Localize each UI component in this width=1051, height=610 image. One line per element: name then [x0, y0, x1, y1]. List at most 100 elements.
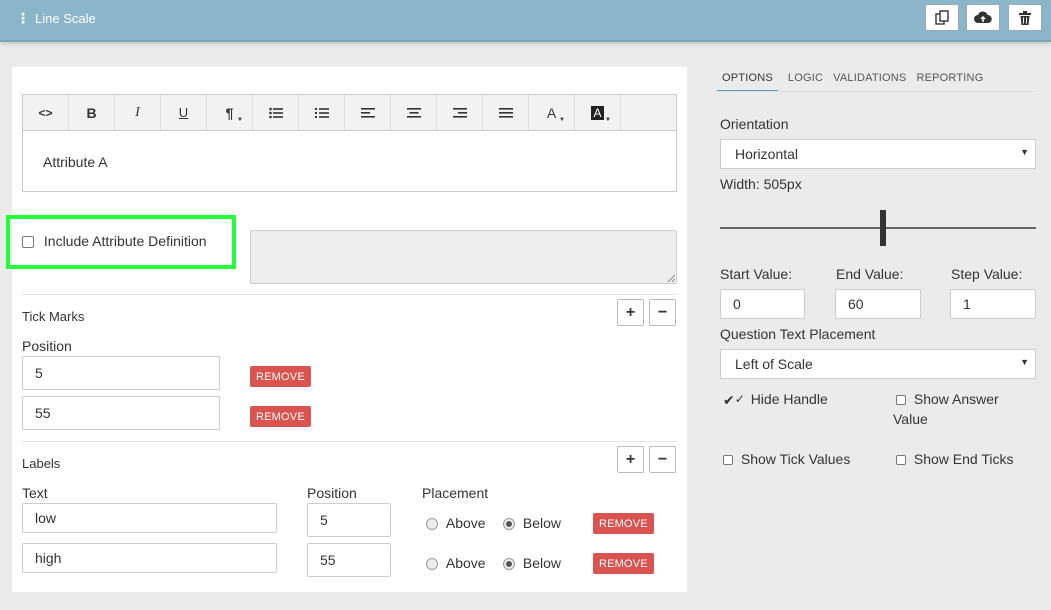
- upload-button[interactable]: [966, 4, 1000, 31]
- start-value-input[interactable]: 0: [720, 289, 805, 319]
- question-text-placement-value: Left of Scale: [735, 356, 813, 372]
- paragraph-icon: ¶: [225, 104, 234, 121]
- end-value-input[interactable]: 60: [835, 289, 921, 319]
- code-view-button[interactable]: <>: [23, 95, 69, 130]
- unordered-list-button[interactable]: [253, 95, 299, 130]
- include-definition-checkbox[interactable]: [22, 236, 34, 249]
- tick-position-label: Position: [22, 338, 72, 354]
- unordered-list-icon: [268, 107, 283, 118]
- remove-label-row-button[interactable]: REMOVE: [593, 513, 654, 534]
- show-end-ticks-option[interactable]: Show End Ticks: [896, 451, 1014, 467]
- question-text-placement-select[interactable]: Left of Scale ▼: [720, 349, 1036, 379]
- tab-validations[interactable]: VALIDATIONS: [833, 70, 906, 92]
- remove-label-row-button[interactable]: REMOVE: [593, 553, 654, 574]
- label-position-input[interactable]: 5: [307, 503, 391, 537]
- chevron-down-icon: ▼: [1020, 357, 1029, 367]
- end-value-label: End Value:: [836, 266, 904, 282]
- tick-position-input[interactable]: 5: [22, 356, 220, 390]
- add-tick-button[interactable]: +: [617, 299, 644, 326]
- hide-handle-checkbox[interactable]: ✔: [723, 392, 745, 409]
- show-tick-values-option[interactable]: Show Tick Values: [723, 451, 850, 467]
- orientation-select[interactable]: Horizontal ▼: [720, 139, 1036, 169]
- underline-icon: U: [178, 105, 189, 120]
- show-end-ticks-label: Show End Ticks: [913, 451, 1014, 467]
- tick-position-input[interactable]: 55: [22, 396, 220, 430]
- bold-button[interactable]: B: [69, 95, 115, 130]
- underline-button[interactable]: U: [161, 95, 207, 130]
- tab-reporting[interactable]: REPORTING: [916, 70, 983, 92]
- step-value-label: Step Value:: [951, 266, 1023, 282]
- remove-tick-button[interactable]: −: [649, 299, 676, 326]
- align-center-icon: [406, 107, 421, 118]
- above-radio[interactable]: [426, 518, 438, 531]
- above-radio[interactable]: [426, 558, 438, 571]
- tab-options[interactable]: OPTIONS: [717, 70, 778, 92]
- duplicate-icon: [935, 9, 949, 25]
- tick-marks-title: Tick Marks: [22, 309, 85, 324]
- show-tick-values-label: Show Tick Values: [740, 451, 851, 467]
- ordered-list-icon: [314, 107, 329, 118]
- hide-handle-label: Hide Handle: [750, 391, 828, 407]
- justify-button[interactable]: [483, 95, 529, 130]
- chevron-down-icon: ▼: [1020, 147, 1029, 157]
- code-view-icon: <>: [38, 105, 53, 120]
- include-definition-checkbox-row[interactable]: Include Attribute Definition: [22, 233, 207, 249]
- trash-icon: [1019, 10, 1031, 25]
- step-value-input[interactable]: 1: [950, 289, 1036, 319]
- add-label-button[interactable]: +: [617, 446, 644, 473]
- background-color-button[interactable]: A ▼: [575, 95, 621, 130]
- above-label: Above: [445, 555, 486, 571]
- show-tick-values-checkbox[interactable]: [723, 455, 733, 466]
- font-color-button[interactable]: A ▼: [529, 95, 575, 130]
- width-slider-track[interactable]: [720, 227, 1036, 229]
- tabs-divider: [717, 91, 1036, 92]
- show-end-ticks-checkbox[interactable]: [896, 455, 906, 466]
- width-slider-handle[interactable]: [880, 210, 886, 246]
- remove-tick-button[interactable]: REMOVE: [250, 406, 311, 427]
- show-answer-value-checkbox[interactable]: [896, 395, 906, 406]
- remove-tick-button[interactable]: REMOVE: [250, 366, 311, 387]
- placement-above-option[interactable]: Above: [426, 515, 486, 531]
- duplicate-button[interactable]: [925, 4, 959, 31]
- background-color-icon: A: [591, 105, 604, 120]
- ordered-list-button[interactable]: [299, 95, 345, 130]
- delete-button[interactable]: [1008, 4, 1042, 31]
- paragraph-button[interactable]: ¶ ▼: [207, 95, 253, 130]
- below-radio[interactable]: [503, 558, 515, 571]
- placement-above-option[interactable]: Above: [426, 555, 486, 571]
- hide-handle-option[interactable]: ✔ Hide Handle: [723, 391, 828, 409]
- align-left-button[interactable]: [345, 95, 391, 130]
- italic-icon: I: [135, 104, 140, 120]
- align-right-button[interactable]: [437, 95, 483, 130]
- drag-handle-icon[interactable]: ⋮: [16, 10, 30, 27]
- divider: [22, 441, 677, 442]
- label-position-header: Position: [307, 485, 357, 501]
- placement-below-option[interactable]: Below: [503, 515, 561, 531]
- attribute-definition-textarea[interactable]: [250, 230, 677, 284]
- label-text-input[interactable]: high: [22, 543, 277, 573]
- show-answer-value-label-continued: Value: [893, 411, 928, 427]
- resize-handle-icon: [667, 274, 675, 282]
- bold-icon: B: [86, 104, 97, 121]
- justify-icon: [498, 107, 513, 118]
- orientation-value: Horizontal: [735, 146, 799, 162]
- orientation-label: Orientation: [720, 116, 789, 132]
- label-text-input[interactable]: low: [22, 503, 277, 533]
- label-position-input[interactable]: 55: [307, 543, 391, 577]
- rich-text-editor: <> B I U ¶ ▼ A ▼ A ▼ Attribute A: [22, 94, 677, 192]
- tab-logic[interactable]: LOGIC: [788, 70, 823, 92]
- above-label: Above: [445, 515, 486, 531]
- editor-content[interactable]: Attribute A: [43, 154, 108, 170]
- cloud-upload-icon: [974, 11, 992, 23]
- italic-button[interactable]: I: [115, 95, 161, 130]
- below-label: Below: [522, 555, 562, 571]
- top-bar: ⋮ Line Scale: [0, 0, 1051, 42]
- align-center-button[interactable]: [391, 95, 437, 130]
- remove-label-button[interactable]: −: [649, 446, 676, 473]
- start-value-label: Start Value:: [720, 266, 793, 282]
- placement-below-option[interactable]: Below: [503, 555, 561, 571]
- divider: [22, 294, 677, 295]
- below-radio[interactable]: [503, 518, 515, 531]
- font-color-icon: A: [546, 104, 557, 121]
- show-answer-value-option[interactable]: Show Answer: [896, 391, 999, 407]
